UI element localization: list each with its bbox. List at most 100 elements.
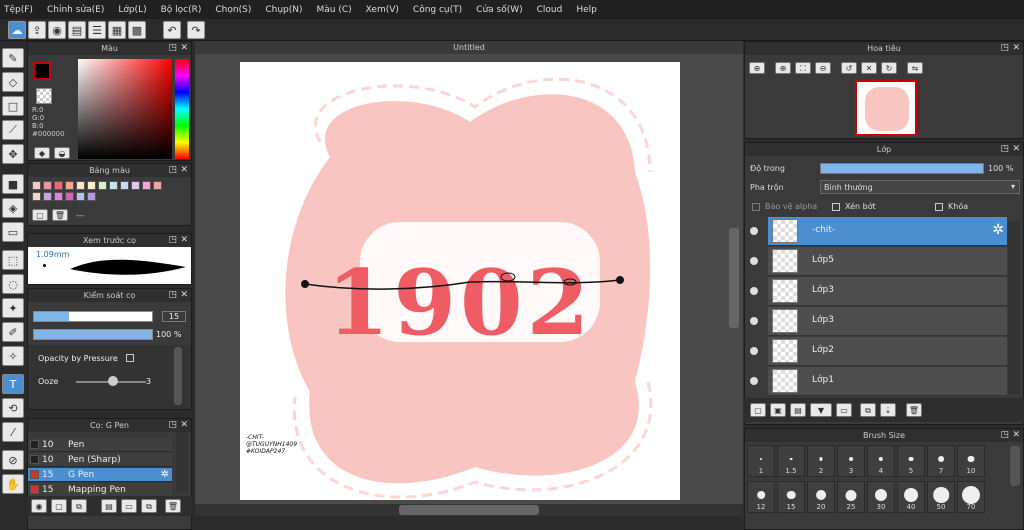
- zoom-icon[interactable]: ⊕: [749, 62, 765, 74]
- merge-layer-icon[interactable]: ⇣: [880, 403, 896, 417]
- float-icon[interactable]: ◳: [1000, 143, 1009, 156]
- navigator-thumbnail[interactable]: [855, 80, 917, 136]
- layer-row[interactable]: -chit- ✲: [750, 217, 1007, 246]
- menu-help[interactable]: Help: [576, 5, 597, 15]
- eye-icon[interactable]: [750, 377, 758, 385]
- list-icon[interactable]: ☰: [88, 21, 106, 39]
- float-icon[interactable]: ◳: [1000, 42, 1009, 55]
- palette-swatch[interactable]: [98, 181, 107, 190]
- palette-swatch[interactable]: [65, 181, 74, 190]
- brush-size-option[interactable]: 4: [867, 445, 895, 477]
- new-brush-icon[interactable]: ▢: [51, 499, 67, 513]
- control-point[interactable]: [301, 280, 309, 288]
- menu-select[interactable]: Chọn(S): [215, 5, 251, 15]
- scrollbar[interactable]: [174, 347, 182, 405]
- palette-swatch[interactable]: [87, 181, 96, 190]
- reset-icon[interactable]: ✕: [861, 62, 877, 74]
- palette-swatch[interactable]: [120, 181, 129, 190]
- rotate-left-icon[interactable]: ↺: [841, 62, 857, 74]
- layer-opacity-slider[interactable]: [820, 163, 984, 174]
- float-icon[interactable]: ◳: [168, 234, 177, 247]
- add-layer-menu-icon[interactable]: ▼: [810, 403, 832, 417]
- menu-view[interactable]: Xem(V): [366, 5, 399, 15]
- brush-item[interactable]: 15 G Pen ✲: [28, 468, 172, 482]
- brush-options-icon[interactable]: ◉: [31, 499, 47, 513]
- new-layer-8bit-icon[interactable]: ▣: [770, 403, 786, 417]
- undo-icon[interactable]: ↶: [163, 21, 181, 39]
- float-icon[interactable]: ◳: [168, 164, 177, 177]
- brush-size-option[interactable]: 15: [777, 481, 805, 513]
- brush-size-option[interactable]: 25: [837, 481, 865, 513]
- brush-size-value[interactable]: 15: [162, 311, 186, 322]
- brush-doc-icon[interactable]: ▤: [101, 499, 117, 513]
- foreground-color[interactable]: [33, 62, 51, 80]
- palette-swatch[interactable]: [43, 181, 52, 190]
- layer-scrollbar[interactable]: [1008, 222, 1020, 394]
- gear-icon[interactable]: ✲: [161, 469, 169, 480]
- saturation-value-square[interactable]: [78, 59, 172, 159]
- close-icon[interactable]: ✕: [1012, 42, 1020, 55]
- layer-row[interactable]: Lớp5: [750, 247, 1007, 276]
- float-icon[interactable]: ◳: [168, 42, 177, 55]
- close-icon[interactable]: ✕: [180, 234, 188, 247]
- add-color-icon[interactable]: ▢: [32, 209, 48, 221]
- brush-opacity-slider[interactable]: [33, 329, 153, 340]
- comment-icon[interactable]: ◉: [48, 21, 66, 39]
- menu-capture[interactable]: Chụp(N): [265, 5, 302, 15]
- cloud-icon[interactable]: ☁: [8, 21, 26, 39]
- layer-row[interactable]: Lớp3: [750, 277, 1007, 306]
- brush-size-option[interactable]: 12: [747, 481, 775, 513]
- brush-size-option[interactable]: 1: [747, 445, 775, 477]
- layer-row[interactable]: Lớp2: [750, 337, 1007, 366]
- brush-size-slider[interactable]: [33, 311, 153, 322]
- control-point[interactable]: [616, 276, 624, 284]
- divide-tool-icon[interactable]: ⁄: [2, 422, 24, 442]
- palette-swatch[interactable]: [54, 181, 63, 190]
- palette-swatch[interactable]: [87, 192, 96, 201]
- ooze-slider-thumb[interactable]: [108, 376, 118, 386]
- protect-alpha-checkbox[interactable]: [752, 203, 760, 211]
- eye-icon[interactable]: [750, 347, 758, 355]
- canvas-area[interactable]: 1902 -CHIT- @TUGUYNH1409 #KOIDAP247: [195, 54, 743, 504]
- hand-tool-icon[interactable]: ✋: [2, 474, 24, 494]
- close-icon[interactable]: ✕: [180, 164, 188, 177]
- close-icon[interactable]: ✕: [180, 289, 188, 302]
- share-icon[interactable]: ⇪: [28, 21, 46, 39]
- copy-brush-icon[interactable]: ⧉: [71, 499, 87, 513]
- brush-size-option[interactable]: 2: [807, 445, 835, 477]
- brush-size-scrollbar[interactable]: [1010, 446, 1020, 486]
- layer-row[interactable]: Lớp3: [750, 307, 1007, 336]
- float-icon[interactable]: ◳: [1000, 429, 1009, 442]
- close-icon[interactable]: ✕: [1012, 429, 1020, 442]
- menu-cloud[interactable]: Cloud: [537, 5, 563, 15]
- canvas-page[interactable]: 1902 -CHIT- @TUGUYNH1409 #KOIDAP247: [240, 62, 680, 500]
- new-layer-icon[interactable]: ▢: [750, 403, 766, 417]
- rotate-right-icon[interactable]: ↻: [881, 62, 897, 74]
- close-icon[interactable]: ✕: [1012, 143, 1020, 156]
- brush-size-option[interactable]: 10: [957, 445, 985, 477]
- document-tab[interactable]: Untitled: [195, 41, 743, 54]
- brush-list-scrollbar[interactable]: [176, 432, 188, 492]
- menu-window[interactable]: Cửa số(W): [476, 5, 522, 15]
- rect-fill-icon[interactable]: ■: [2, 174, 24, 194]
- eye-icon[interactable]: [750, 227, 758, 235]
- delete-color-icon[interactable]: 🗑: [52, 209, 68, 221]
- folder-icon[interactable]: ▭: [836, 403, 852, 417]
- brush-size-option[interactable]: 30: [867, 481, 895, 513]
- menu-icon[interactable]: ▦: [108, 21, 126, 39]
- magic-wand-icon[interactable]: ✦: [2, 298, 24, 318]
- duplicate-layer-icon[interactable]: ⧉: [860, 403, 876, 417]
- blend-mode-select[interactable]: Bình thường ▾: [820, 180, 1020, 194]
- brush-size-option[interactable]: 7: [927, 445, 955, 477]
- brush-size-option[interactable]: 50: [927, 481, 955, 513]
- menu-filter[interactable]: Bộ lọc(R): [161, 5, 202, 15]
- palette-swatch[interactable]: [76, 181, 85, 190]
- palette-swatch[interactable]: [142, 181, 151, 190]
- brush-size-option[interactable]: 20: [807, 481, 835, 513]
- bucket-tool-icon[interactable]: ◈: [2, 198, 24, 218]
- new-layer-1bit-icon[interactable]: ▤: [790, 403, 806, 417]
- brush-size-option[interactable]: 70: [957, 481, 985, 513]
- move-tool-icon[interactable]: ✥: [2, 144, 24, 164]
- zoom-out-icon[interactable]: ⊖: [815, 62, 831, 74]
- duplicate-icon[interactable]: ⧉: [141, 499, 157, 513]
